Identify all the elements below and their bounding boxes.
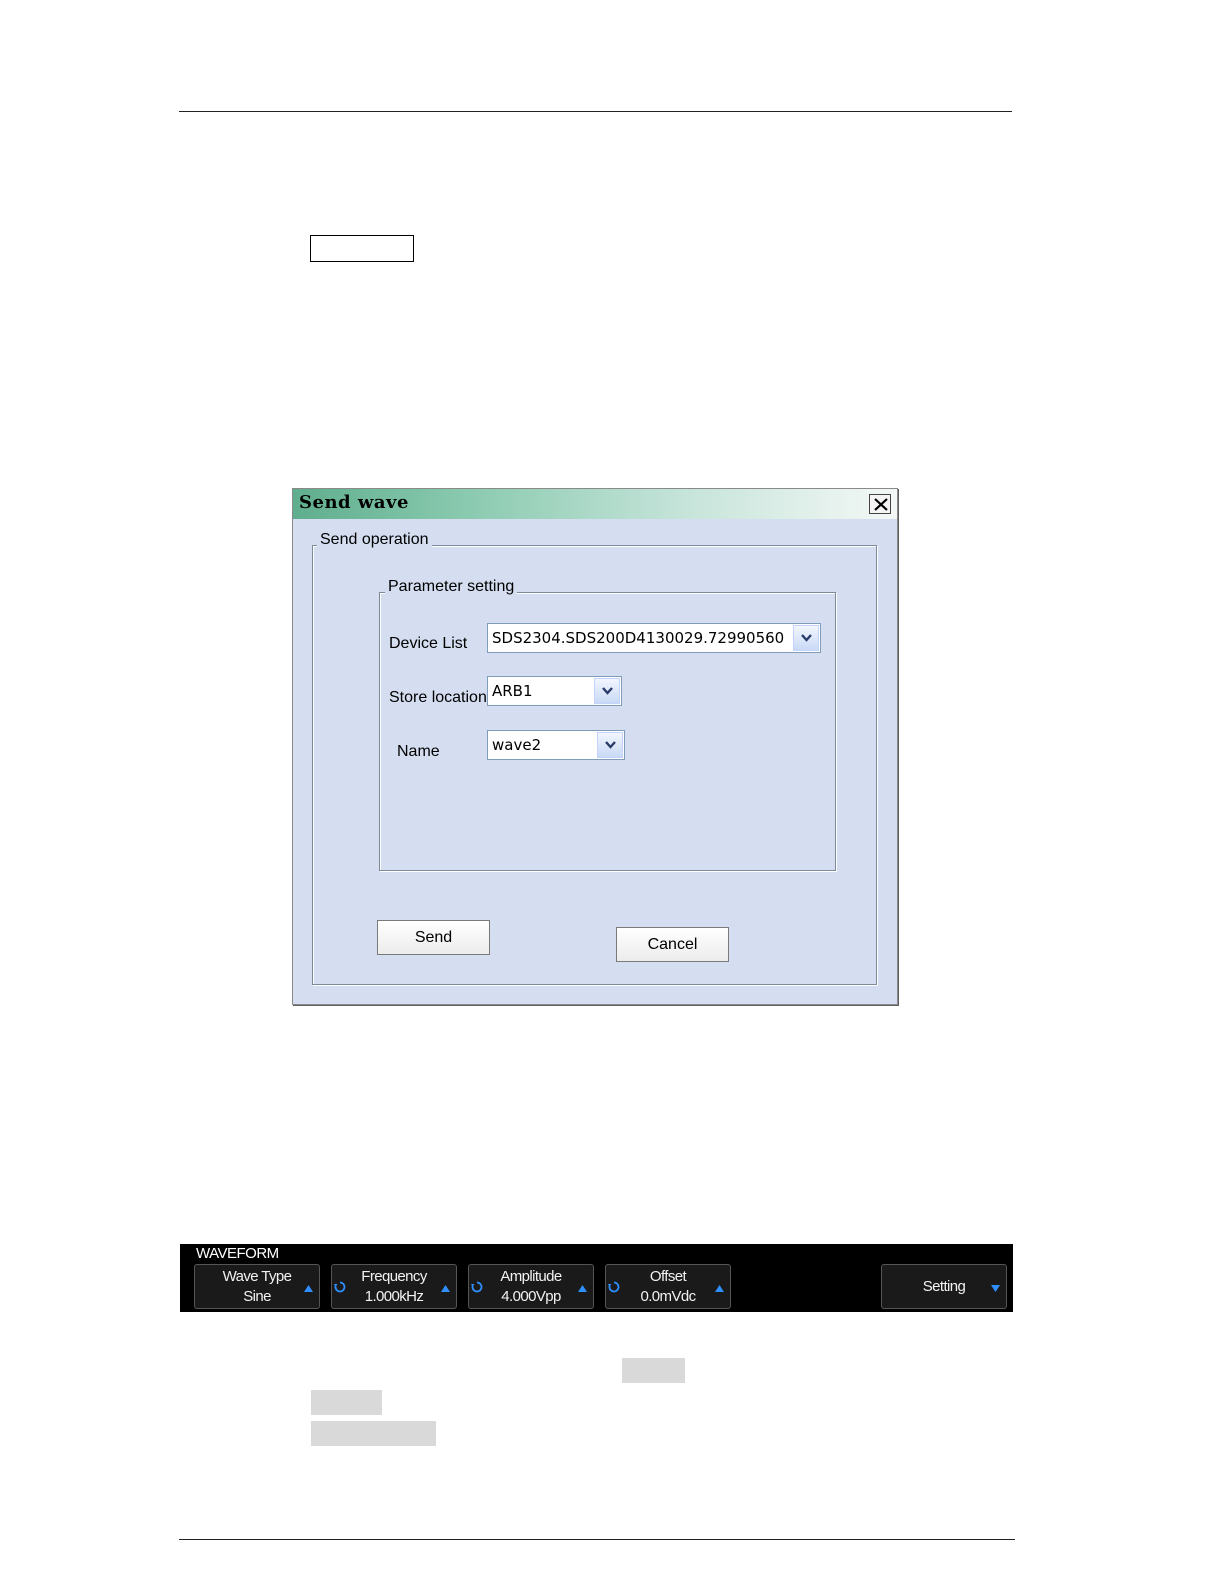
name-select[interactable]: wave2 xyxy=(487,730,625,760)
arrow-up-icon xyxy=(441,1285,450,1292)
name-label: Name xyxy=(397,743,440,760)
device-list-value: SDS2304.SDS200D4130029.72990560 xyxy=(492,629,785,647)
highlighted-text-placeholder xyxy=(311,1421,436,1446)
waveform-menu-title: WAVEFORM xyxy=(196,1245,279,1262)
store-location-label: Store location xyxy=(389,689,487,706)
highlighted-text-placeholder xyxy=(622,1358,685,1383)
amplitude-softkey[interactable]: Amplitude 4.000Vpp xyxy=(468,1264,594,1309)
parameter-setting-legend: Parameter setting xyxy=(385,578,518,596)
highlighted-text-placeholder xyxy=(311,1390,382,1415)
chevron-down-icon xyxy=(801,634,812,642)
waveform-menu-bar: WAVEFORM Wave Type Sine Frequency 1.000k… xyxy=(180,1244,1013,1312)
softkey-label: Frequency xyxy=(361,1268,427,1285)
outlined-box xyxy=(310,235,414,262)
softkey-label: Wave Type xyxy=(222,1268,292,1285)
send-button[interactable]: Send xyxy=(377,920,490,955)
device-list-dropdown-button[interactable] xyxy=(793,625,819,651)
wave-type-softkey[interactable]: Wave Type Sine xyxy=(194,1264,320,1309)
cancel-button[interactable]: Cancel xyxy=(616,927,729,962)
dialog-title-bar[interactable]: Send wave xyxy=(293,489,897,519)
softkey-label: Amplitude xyxy=(500,1268,562,1285)
store-location-value: ARB1 xyxy=(492,682,533,700)
arrow-down-icon xyxy=(991,1285,1000,1292)
name-value: wave2 xyxy=(492,736,542,754)
store-location-dropdown-button[interactable] xyxy=(594,678,620,704)
dialog-title: Send wave xyxy=(299,492,409,513)
softkey-value: 4.000Vpp xyxy=(501,1288,561,1305)
softkey-value: 0.0mVdc xyxy=(640,1288,697,1305)
device-list-select[interactable]: SDS2304.SDS200D4130029.72990560 xyxy=(487,623,821,653)
chevron-down-icon xyxy=(605,741,616,749)
softkey-label: Offset xyxy=(649,1268,687,1285)
close-icon xyxy=(874,498,888,511)
close-button[interactable] xyxy=(869,494,891,514)
arrow-up-icon xyxy=(304,1285,313,1292)
send-operation-legend: Send operation xyxy=(317,531,432,549)
frequency-softkey[interactable]: Frequency 1.000kHz xyxy=(331,1264,457,1309)
softkey-value: 1.000kHz xyxy=(364,1288,424,1305)
device-list-label: Device List xyxy=(389,635,468,652)
name-dropdown-button[interactable] xyxy=(597,732,623,758)
softkey-label: Setting xyxy=(922,1278,966,1295)
setting-softkey[interactable]: Setting xyxy=(881,1264,1007,1309)
header-rule xyxy=(179,111,1012,112)
send-wave-dialog: Send wave Send operation Parameter setti… xyxy=(292,488,898,1005)
footer-rule xyxy=(179,1539,1015,1540)
arrow-up-icon xyxy=(578,1285,587,1292)
store-location-select[interactable]: ARB1 xyxy=(487,676,622,706)
offset-softkey[interactable]: Offset 0.0mVdc xyxy=(605,1264,731,1309)
arrow-up-icon xyxy=(715,1285,724,1292)
chevron-down-icon xyxy=(602,687,613,695)
softkey-value: Sine xyxy=(243,1288,271,1305)
